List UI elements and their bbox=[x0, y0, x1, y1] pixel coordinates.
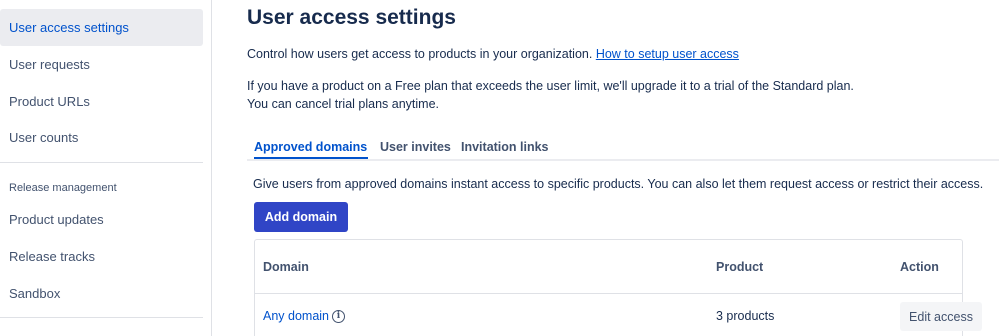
domain-name: Any domain bbox=[263, 309, 330, 323]
domain-link[interactable]: Any domain i bbox=[263, 309, 346, 323]
edit-access-button[interactable]: Edit access bbox=[900, 302, 982, 331]
sidebar-item-label: Product URLs bbox=[9, 94, 90, 109]
sidebar-item-label: User counts bbox=[9, 130, 79, 145]
sidebar-section-label: Release management bbox=[9, 182, 117, 194]
sidebar-item-product-updates[interactable]: Product updates bbox=[0, 201, 203, 238]
tab-description: Give users from approved domains instant… bbox=[253, 177, 984, 191]
tab-invitation-links[interactable]: Invitation links bbox=[461, 140, 549, 154]
sidebar-item-label: Product updates bbox=[9, 212, 104, 227]
add-domain-button[interactable]: Add domain bbox=[254, 202, 348, 232]
sidebar-item-product-urls[interactable]: Product URLs bbox=[0, 83, 203, 120]
active-tab-indicator bbox=[254, 157, 368, 159]
sidebar-item-sandbox[interactable]: Sandbox bbox=[0, 275, 203, 312]
trial-info-line: You can cancel trial plans anytime. bbox=[247, 97, 440, 111]
table-row-divider bbox=[255, 293, 962, 294]
sidebar: User access settings User requests Produ… bbox=[0, 0, 212, 336]
sidebar-item-release-tracks[interactable]: Release tracks bbox=[0, 238, 203, 275]
sidebar-item-label: Sandbox bbox=[9, 286, 61, 301]
page-title: User access settings bbox=[247, 6, 456, 29]
setup-help-link[interactable]: How to setup user access bbox=[596, 47, 739, 61]
tab-user-invites[interactable]: User invites bbox=[380, 140, 451, 154]
sidebar-item-user-counts[interactable]: User counts bbox=[0, 119, 203, 156]
trial-info-paragraph: If you have a product on a Free plan tha… bbox=[247, 77, 854, 113]
info-icon[interactable]: i bbox=[332, 309, 346, 323]
sidebar-item-label: Release tracks bbox=[9, 249, 95, 264]
intro-description: Control how users get access to products… bbox=[247, 47, 593, 61]
column-header-action: Action bbox=[900, 260, 939, 274]
sidebar-item-label: User access settings bbox=[9, 20, 129, 35]
product-count: 3 products bbox=[716, 309, 775, 323]
sidebar-item-user-requests[interactable]: User requests bbox=[0, 46, 203, 83]
sidebar-divider bbox=[0, 162, 203, 163]
domains-table: Domain Product Action Any domain i 3 pro… bbox=[254, 239, 982, 336]
column-header-domain: Domain bbox=[263, 260, 309, 274]
sidebar-item-user-access-settings[interactable]: User access settings bbox=[0, 9, 203, 46]
sidebar-item-label: User requests bbox=[9, 57, 90, 72]
tab-approved-domains[interactable]: Approved domains bbox=[254, 140, 367, 154]
tab-bar: Approved domains User invites Invitation… bbox=[247, 137, 999, 161]
intro-text: Control how users get access to products… bbox=[247, 47, 739, 61]
sidebar-divider bbox=[0, 317, 203, 318]
column-header-product: Product bbox=[716, 260, 764, 274]
trial-info-line: If you have a product on a Free plan tha… bbox=[247, 79, 854, 93]
